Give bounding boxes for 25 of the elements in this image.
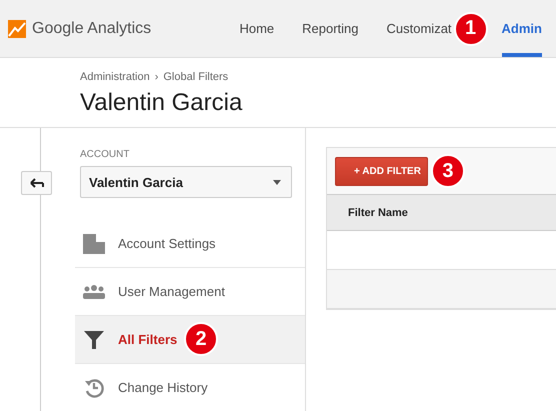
add-filter-button[interactable]: + ADD FILTER <box>335 156 428 186</box>
app-name: Google Analytics <box>32 20 152 38</box>
account-dropdown[interactable]: Valentin Garcia <box>80 166 292 198</box>
nav-tab[interactable]: Admin <box>502 0 542 57</box>
history-icon <box>84 378 104 398</box>
filter-icon <box>84 330 104 348</box>
menu-item[interactable]: All Filters 2 <box>75 316 305 364</box>
callout-badge: 1 <box>454 12 488 46</box>
back-arrow-icon <box>30 178 44 188</box>
nav-tab[interactable]: Reporting <box>302 0 359 57</box>
people-icon <box>83 284 105 298</box>
callout-badge: 2 <box>184 322 218 356</box>
back-button[interactable] <box>21 171 52 195</box>
column-header: Filter Name <box>327 194 556 231</box>
breadcrumb: Administration <box>80 71 150 83</box>
breadcrumb: › <box>154 71 158 83</box>
caret-icon <box>273 180 281 184</box>
nav-tab[interactable]: Customizat <box>386 0 452 57</box>
nav-tab[interactable]: Home <box>239 0 274 57</box>
account-label: ACCOUNT <box>80 149 130 160</box>
callout-badge: 3 <box>430 154 465 188</box>
breadcrumb: Global Filters <box>163 71 228 83</box>
building-icon <box>83 234 105 254</box>
page-title: Valentin Garcia <box>80 89 244 117</box>
logo-icon <box>8 20 26 38</box>
